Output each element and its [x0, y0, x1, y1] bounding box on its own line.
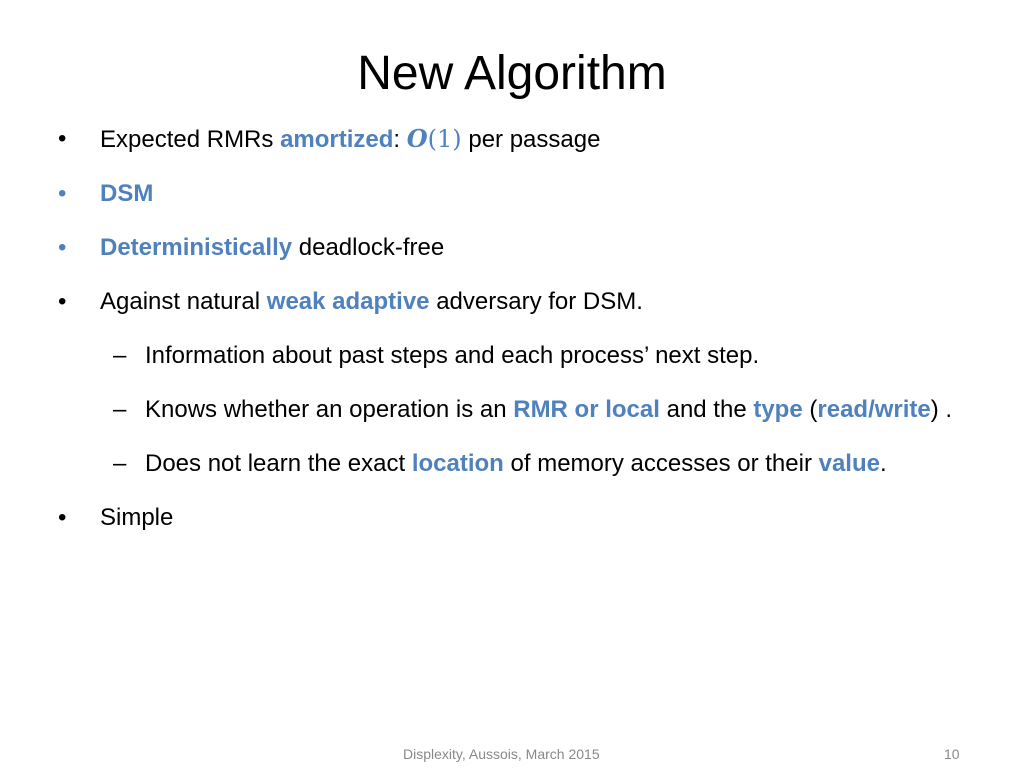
slide-title: New Algorithm: [357, 47, 667, 100]
sub-bullet-item: – Information about past steps and each p…: [58, 337, 958, 375]
bullet-text: Does not learn the exact: [145, 450, 412, 477]
bullet-text: of memory accesses or their: [503, 450, 819, 477]
bullet-text: ) .: [930, 396, 953, 423]
bullet-text: per passage: [461, 126, 601, 153]
highlighted-term: Deterministically: [100, 234, 293, 261]
highlighted-term: weak adaptive: [266, 288, 430, 315]
bullet-list: • Expected RMRs amortized: O(1) per passa…: [58, 120, 958, 553]
highlighted-term: value: [818, 450, 880, 477]
bullet-text: .: [879, 450, 887, 477]
bullet-item: • DSM: [58, 175, 958, 213]
bullet-text: and the: [659, 396, 754, 423]
highlighted-term: read/write: [817, 396, 931, 423]
dash-marker-icon: –: [113, 396, 127, 423]
highlighted-term: location: [411, 450, 504, 477]
dash-marker-icon: –: [113, 450, 127, 477]
bullet-text: Expected RMRs: [100, 126, 281, 153]
bullet-text: :: [393, 126, 407, 153]
highlighted-term: DSM: [100, 180, 154, 207]
highlighted-term: type: [753, 396, 803, 423]
slide-footer: Displexity, Aussois, March 2015: [403, 746, 600, 762]
bullet-marker-icon: •: [58, 288, 67, 315]
bullet-item: • Expected RMRs amortized: O(1) per passa…: [58, 120, 958, 159]
sub-bullet-item: – Knows whether an operation is an RMR or…: [58, 391, 958, 429]
sub-bullet-item: – Does not learn the exact location of me…: [58, 445, 958, 483]
bullet-item: • Deterministically deadlock-free: [58, 229, 958, 267]
bullet-text: Information about past steps and each pr…: [145, 342, 760, 369]
bullet-text: Simple: [100, 504, 174, 531]
page-number: 10: [944, 746, 960, 762]
bullet-text: Against natural: [100, 288, 267, 315]
bullet-item: • Simple: [58, 499, 958, 537]
dash-marker-icon: –: [113, 342, 127, 369]
bullet-marker-icon: •: [58, 234, 67, 261]
bullet-item: • Against natural weak adaptive adversary…: [58, 283, 958, 321]
bullet-text: deadlock-free: [292, 234, 445, 261]
bullet-marker-icon: •: [58, 180, 67, 207]
math-expression: O(1): [406, 124, 462, 153]
bullet-text: adversary for DSM.: [429, 288, 643, 315]
bullet-text: (: [802, 396, 818, 423]
bullet-marker-icon: •: [58, 504, 67, 531]
highlighted-term: RMR or local: [513, 396, 660, 423]
highlighted-term: amortized: [280, 126, 394, 153]
bullet-marker-icon: •: [58, 125, 67, 152]
bullet-text: Knows whether an operation is an: [145, 396, 514, 423]
